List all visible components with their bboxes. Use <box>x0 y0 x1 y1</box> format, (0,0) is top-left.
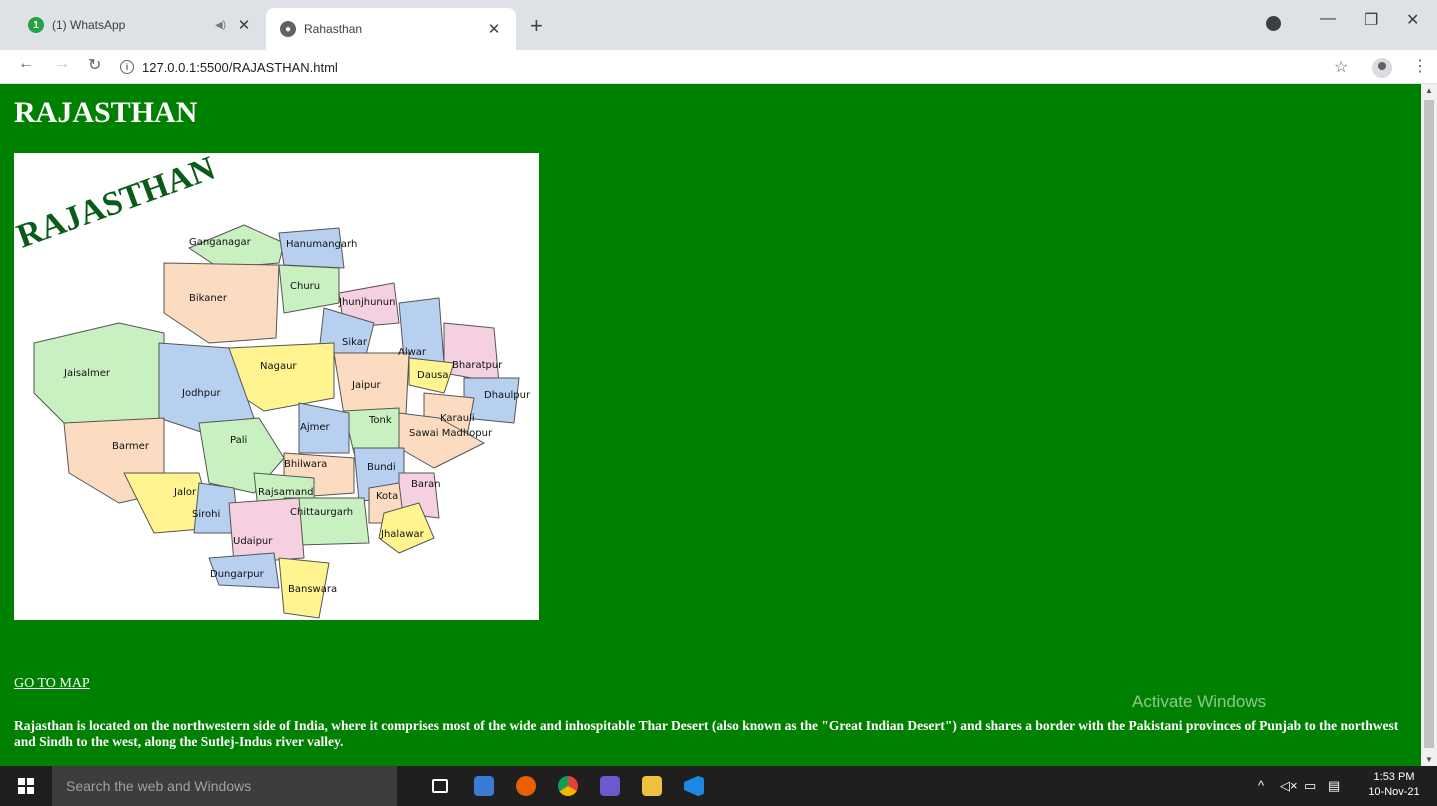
browser-tab-bar: 1 (1) WhatsApp ◀) ✕ ● Rahasthan ✕ + — ❐ … <box>0 0 1437 50</box>
speaker-icon[interactable]: ◀) <box>215 20 226 31</box>
description-paragraph: Rajasthan is located on the northwestern… <box>14 718 1399 749</box>
district-label: Udaipur <box>233 536 273 547</box>
network-icon[interactable]: ▭ <box>1304 778 1316 794</box>
minimize-icon[interactable]: — <box>1320 10 1336 28</box>
files-app-icon[interactable] <box>474 776 494 796</box>
district-label: Jhalawar <box>380 529 425 540</box>
activate-windows-watermark: Activate Windows <box>1132 692 1267 711</box>
close-window-icon[interactable]: ✕ <box>1406 10 1419 30</box>
district-label: Jhunjhunun <box>338 297 395 308</box>
district-label: Karauli <box>440 413 475 424</box>
browser-toolbar: ← → ↻ i 127.0.0.1:5500/RAJASTHAN.html ☆ … <box>0 50 1437 84</box>
restore-icon[interactable]: ❐ <box>1364 10 1378 30</box>
address-bar[interactable]: i 127.0.0.1:5500/RAJASTHAN.html <box>120 54 1320 80</box>
url-text: 127.0.0.1:5500/RAJASTHAN.html <box>142 59 338 75</box>
district-label: Dhaulpur <box>484 390 531 401</box>
close-tab-icon[interactable]: ✕ <box>236 16 252 34</box>
windows-taskbar: Search the web and Windows ^ ◁× ▭ ▤ 1:53… <box>0 766 1437 806</box>
reload-icon[interactable]: ↻ <box>88 55 101 75</box>
district-label: Tonk <box>368 415 392 426</box>
info-icon[interactable]: i <box>120 60 134 74</box>
district-label: Dungarpur <box>210 569 265 580</box>
vscode-icon[interactable] <box>684 776 704 796</box>
clock-date: 10-Nov-21 <box>1368 786 1420 798</box>
scroll-up-icon[interactable]: ▲ <box>1425 86 1433 95</box>
district-label: Rajsamand <box>258 487 314 498</box>
map-svg: Ganganagar Hanumangarh Bikaner Churu Jhunjhu… <box>14 153 531 619</box>
page-title: RAJASTHAN <box>14 96 198 129</box>
district-label: Ganganagar <box>189 237 252 248</box>
bookmark-star-icon[interactable]: ☆ <box>1334 57 1348 77</box>
district-label: Nagaur <box>260 361 297 372</box>
district-label: Bundi <box>367 462 396 473</box>
district-label: Barmer <box>112 441 150 452</box>
district-label: Banswara <box>288 584 337 595</box>
district-label: Chittaurgarh <box>290 507 353 518</box>
district-label: Sawai Madhopur <box>409 428 493 439</box>
district-label: Baran <box>411 479 441 490</box>
file-explorer-icon[interactable] <box>642 776 662 796</box>
chrome-icon[interactable] <box>558 776 578 796</box>
notification-icon[interactable]: ▤ <box>1328 778 1340 794</box>
firefox-icon[interactable] <box>516 776 536 796</box>
district-label: Bharatpur <box>452 360 503 371</box>
profile-avatar-icon[interactable] <box>1372 58 1392 78</box>
district-label: Jodhpur <box>181 388 221 399</box>
rajasthan-map-image: Ganganagar Hanumangarh Bikaner Churu Jhunjhu… <box>14 153 539 620</box>
page-viewport: RAJASTHAN Ganganagar Hanumangarh Bikaner Ch… <box>0 84 1421 766</box>
volume-icon[interactable]: ◁× <box>1280 778 1298 794</box>
district-label: Bhilwara <box>284 459 327 470</box>
back-icon[interactable]: ← <box>18 55 34 73</box>
page-scrollbar[interactable]: ▲ ▼ <box>1421 84 1437 766</box>
district-label: Dausa <box>417 370 449 381</box>
close-tab-icon[interactable]: ✕ <box>486 20 502 38</box>
task-view-icon[interactable] <box>432 779 448 793</box>
district-label: Jaipur <box>351 380 382 391</box>
tab-title: (1) WhatsApp <box>52 18 126 32</box>
district-label: Kota <box>376 491 398 502</box>
windows-start-icon[interactable] <box>18 778 34 794</box>
tab-whatsapp[interactable]: 1 (1) WhatsApp ◀) ✕ <box>14 8 266 42</box>
globe-icon: ● <box>280 21 296 37</box>
tab-rahasthan[interactable]: ● Rahasthan ✕ <box>266 8 516 50</box>
district-label: Ajmer <box>300 422 331 433</box>
scroll-down-icon[interactable]: ▼ <box>1425 755 1433 764</box>
go-to-map-link[interactable]: GO TO MAP <box>14 676 90 692</box>
new-tab-button[interactable]: + <box>530 13 543 39</box>
district-label: Sikar <box>342 337 368 348</box>
taskbar-clock[interactable]: 1:53 PM 10-Nov-21 <box>1366 770 1422 800</box>
district-label: Sirohi <box>192 509 220 520</box>
menu-icon[interactable]: ⋮ <box>1412 56 1428 76</box>
district-label: Jalor <box>173 487 197 498</box>
taskbar-search-input[interactable]: Search the web and Windows <box>52 766 397 806</box>
forward-icon[interactable]: → <box>54 55 70 73</box>
district-bharatpur <box>443 322 500 384</box>
winrar-icon[interactable] <box>600 776 620 796</box>
scrollbar-thumb[interactable] <box>1424 100 1434 748</box>
district-label: Churu <box>290 281 320 292</box>
whatsapp-badge-icon: 1 <box>28 17 44 33</box>
tab-title: Rahasthan <box>304 22 363 36</box>
district-label: Hanumangarh <box>286 239 357 250</box>
district-label: Alwar <box>398 347 427 358</box>
tray-chevron-icon[interactable]: ^ <box>1258 778 1264 793</box>
district-label: Bikaner <box>189 293 228 304</box>
incognito-icon[interactable] <box>1266 16 1281 31</box>
district-label: Jaisalmer <box>63 368 111 379</box>
clock-time: 1:53 PM <box>1373 771 1415 783</box>
district-label: Pali <box>230 435 247 446</box>
